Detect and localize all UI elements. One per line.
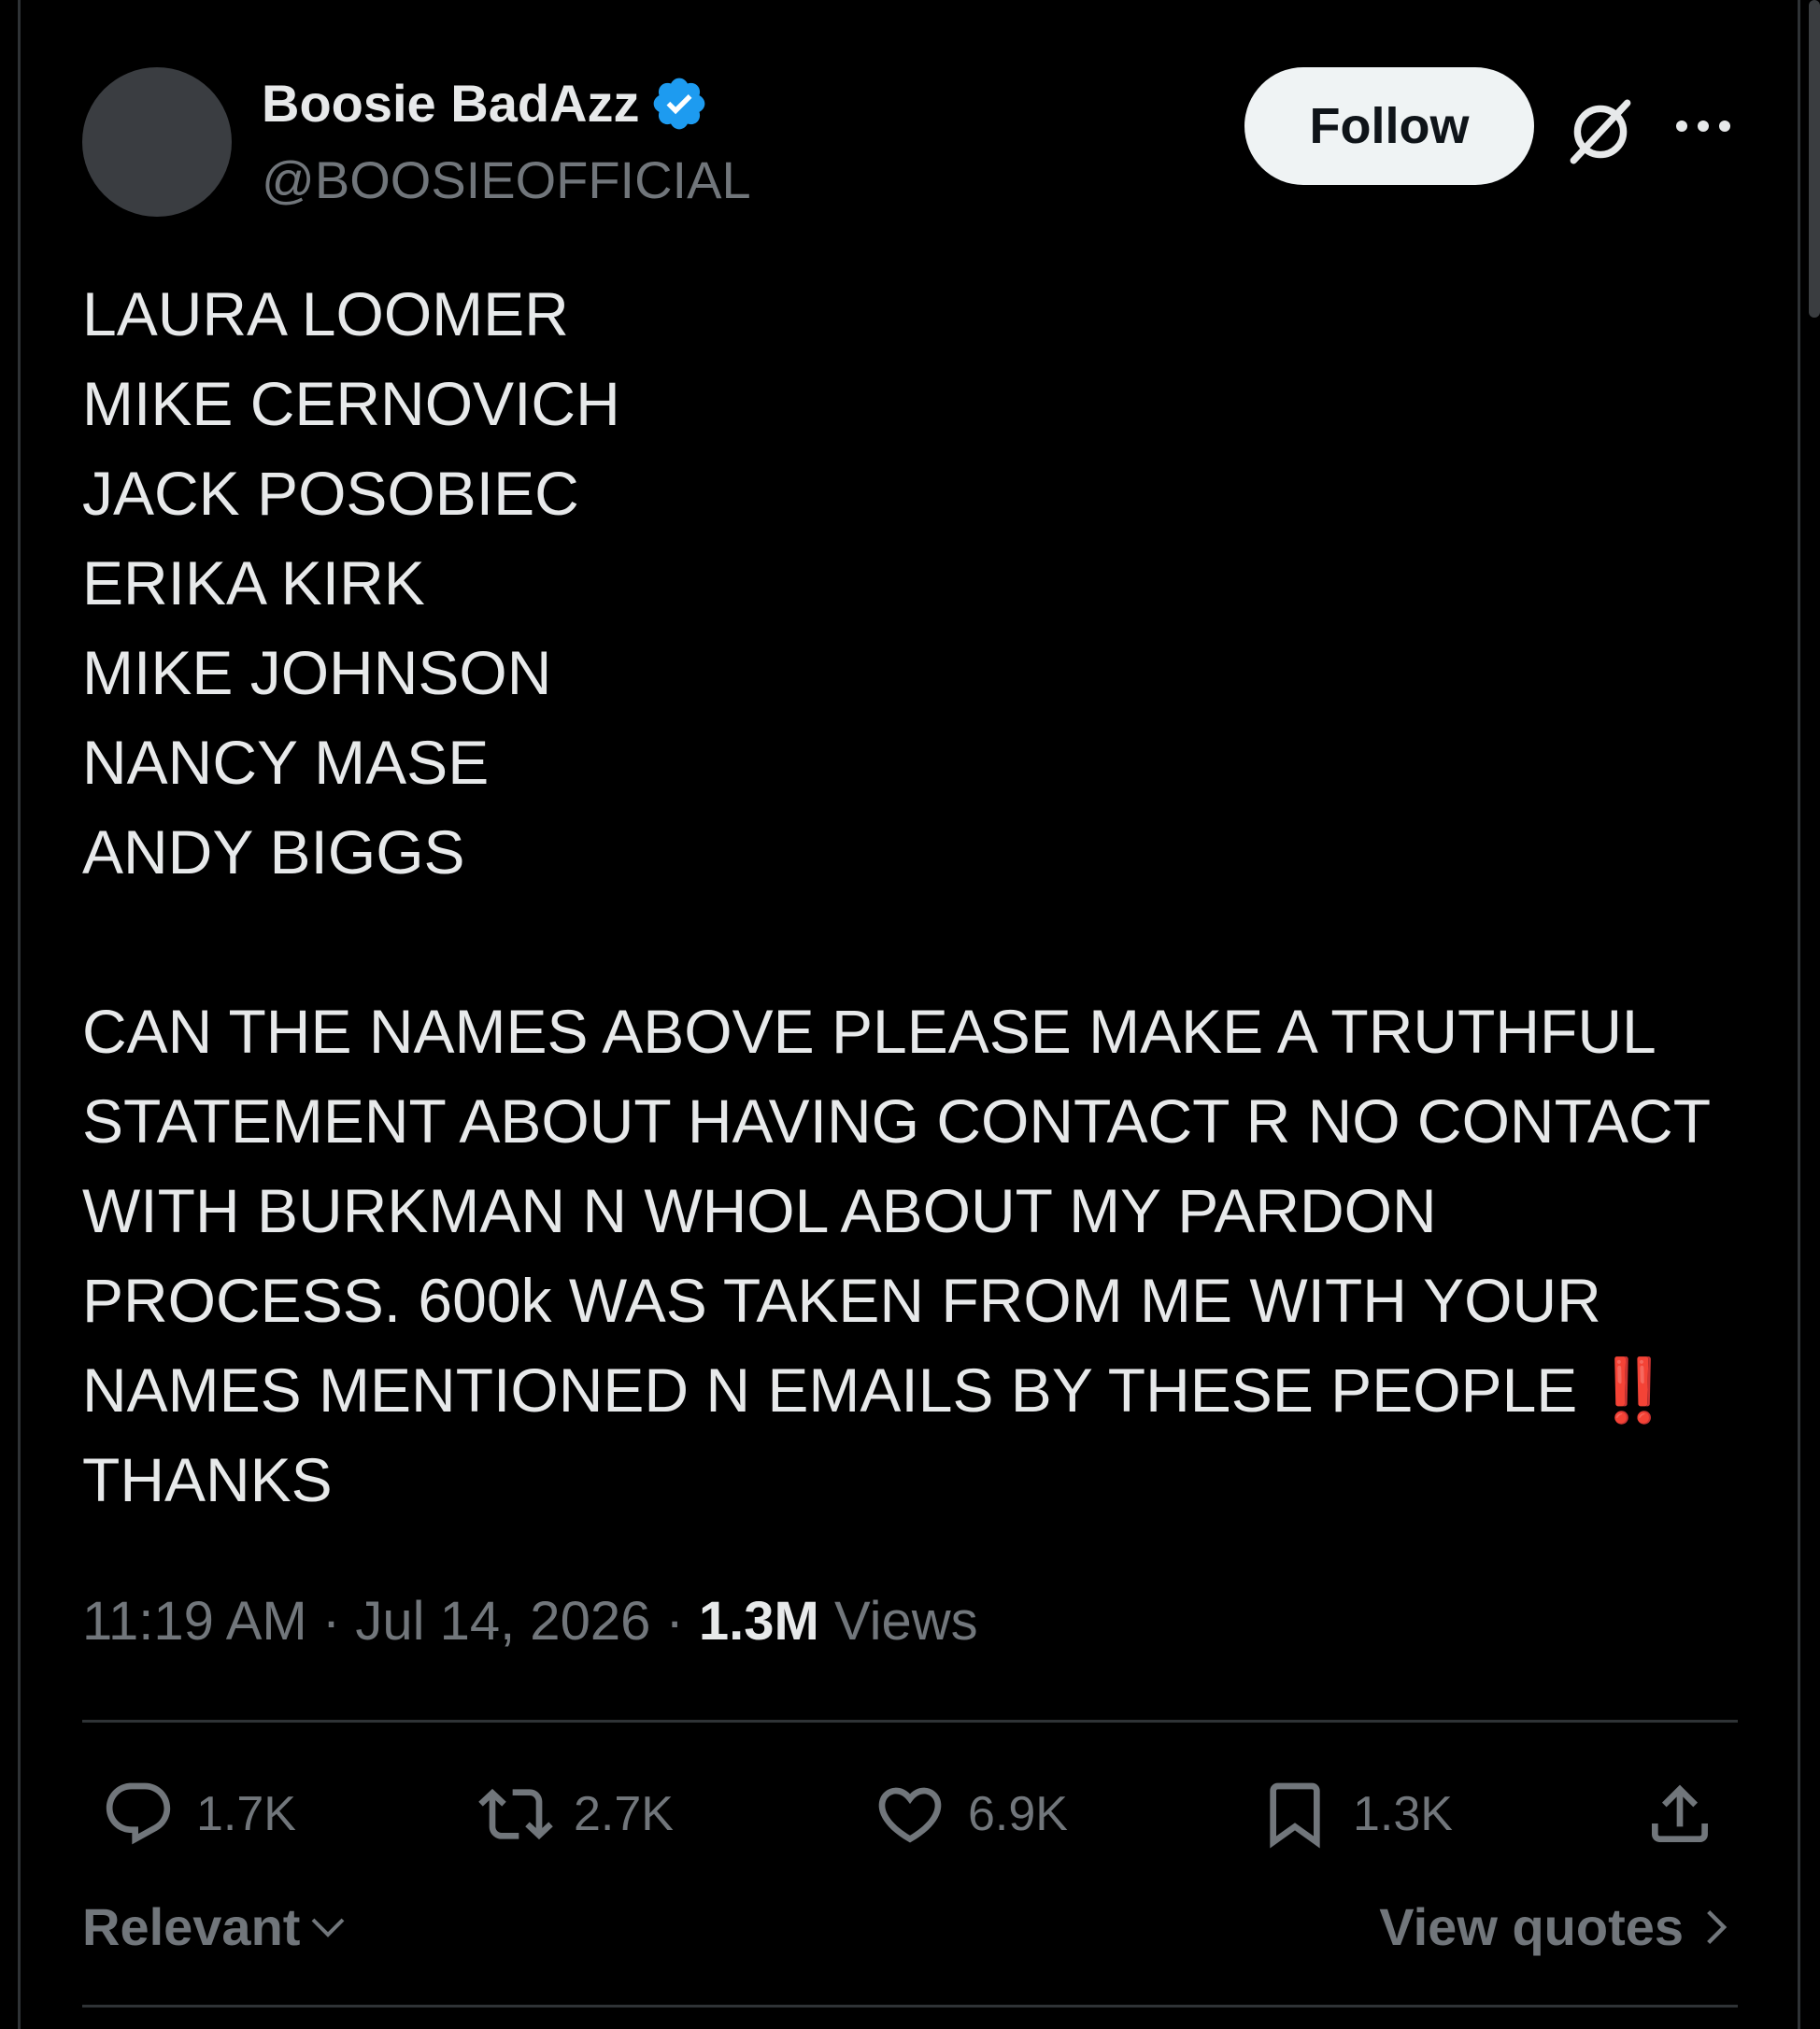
double-exclamation-emoji: ‼️ xyxy=(1594,1355,1671,1425)
tweet-line: THANKS xyxy=(82,1445,333,1514)
chevron-down-icon xyxy=(312,1918,345,1937)
views-count: 1.3M xyxy=(698,1591,819,1652)
chevron-right-icon xyxy=(1707,1909,1728,1944)
avatar[interactable] xyxy=(82,67,232,217)
tweet-line: WITH BURKMAN N WHOL ABOUT MY PARDON xyxy=(82,1176,1437,1245)
tweet-line: JACK POSOBIEC xyxy=(82,459,579,528)
meta-separator: · xyxy=(650,1591,699,1652)
sort-replies-dropdown[interactable]: Relevant xyxy=(82,1896,350,1957)
like-button[interactable]: 6.9K xyxy=(873,1775,1068,1853)
bookmark-button[interactable]: 1.3K xyxy=(1258,1775,1453,1853)
tweet-line: LAURA LOOMER xyxy=(82,279,569,348)
verified-badge-icon xyxy=(653,78,704,129)
reply-button[interactable]: 1.7K xyxy=(101,1775,296,1853)
repost-button[interactable]: 2.7K xyxy=(478,1775,674,1853)
meta-separator: · xyxy=(306,1591,356,1652)
tweet-meta: 11:19 AM · Jul 14, 2026 · 1.3M Views xyxy=(82,1590,978,1653)
tweet-line: STATEMENT ABOUT HAVING CONTACT R NO CONT… xyxy=(82,1086,1712,1156)
tweet-line: ERIKA KIRK xyxy=(82,548,425,617)
like-count: 6.9K xyxy=(968,1787,1068,1841)
tweet-time[interactable]: 11:19 AM xyxy=(82,1591,307,1652)
tweet-line: MIKE CERNOVICH xyxy=(82,369,620,438)
right-border xyxy=(1798,0,1800,2029)
left-border xyxy=(18,0,21,2029)
divider xyxy=(82,1720,1738,1723)
repost-count: 2.7K xyxy=(574,1787,674,1841)
divider xyxy=(82,2005,1738,2008)
share-icon xyxy=(1652,1784,1708,1842)
tweet-line: NAMES MENTIONED N EMAILS BY THESE PEOPLE… xyxy=(82,1345,1764,1435)
share-button[interactable] xyxy=(1642,1775,1738,1853)
tweet-line: PROCESS. 600k WAS TAKEN FROM ME WITH YOU… xyxy=(82,1266,1601,1335)
view-quotes-link[interactable]: View quotes xyxy=(1379,1896,1736,1957)
tweet-line: CAN THE NAMES ABOVE PLEASE MAKE A TRUTHF… xyxy=(82,997,1656,1066)
tweet-date[interactable]: Jul 14, 2026 xyxy=(355,1591,650,1652)
more-options-icon[interactable] xyxy=(1672,103,1734,149)
tweet-line: ANDY BIGGS xyxy=(82,817,465,887)
scrollbar-thumb[interactable] xyxy=(1809,0,1820,318)
follow-button[interactable]: Follow xyxy=(1244,67,1534,185)
views-label: Views xyxy=(818,1591,978,1652)
repost-icon xyxy=(478,1788,553,1840)
grok-icon[interactable] xyxy=(1562,93,1639,170)
view-quotes-label: View quotes xyxy=(1379,1897,1684,1956)
author-display-name[interactable]: Boosie BadAzz xyxy=(262,73,709,134)
reply-count: 1.7K xyxy=(196,1787,296,1841)
bookmark-icon xyxy=(1270,1782,1320,1849)
tweet-text: LAURA LOOMER MIKE CERNOVICH JACK POSOBIE… xyxy=(82,269,1764,1525)
bookmark-count: 1.3K xyxy=(1353,1787,1453,1841)
tweet-line: NANCY MASE xyxy=(82,728,490,797)
sort-label: Relevant xyxy=(82,1897,301,1956)
reply-icon xyxy=(106,1782,171,1845)
heart-icon xyxy=(878,1787,942,1843)
tweet-line-text: NAMES MENTIONED N EMAILS BY THESE PEOPLE xyxy=(82,1355,1595,1425)
display-name-text[interactable]: Boosie BadAzz xyxy=(262,73,640,134)
tweet-line: MIKE JOHNSON xyxy=(82,638,552,707)
author-handle[interactable]: @BOOSIEOFFICIAL xyxy=(262,149,751,210)
